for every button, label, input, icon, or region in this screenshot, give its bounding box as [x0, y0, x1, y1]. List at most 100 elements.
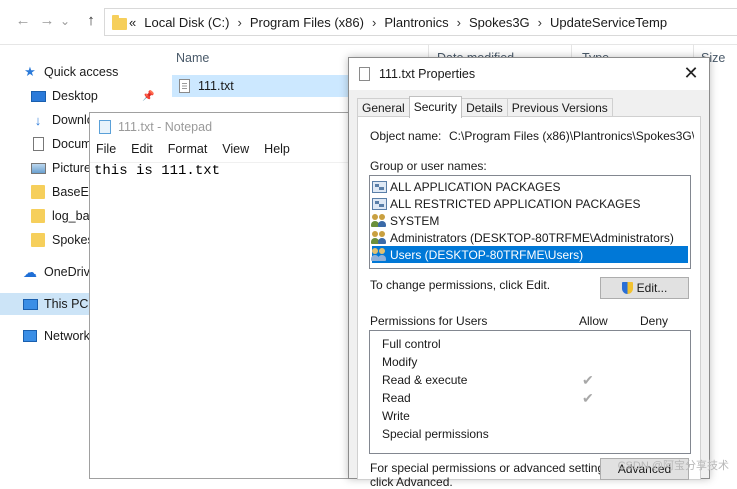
edit-button[interactable]: Edit...	[600, 277, 689, 299]
breadcrumb-item[interactable]: Local Disk (C:)	[144, 15, 229, 30]
download-icon: ↓	[34, 112, 42, 128]
navigation-bar: ← → ⌄ ↑ « Local Disk (C:) › Program Files…	[0, 0, 737, 45]
list-item-selected[interactable]: Users (DESKTOP-80TRFME\Users)	[371, 246, 688, 263]
breadcrumb-separator-icon[interactable]: ›	[457, 15, 461, 30]
notepad-text-area[interactable]: this is 111.txt	[94, 163, 220, 179]
breadcrumb-item[interactable]: UpdateServiceTemp	[550, 15, 667, 30]
permission-row: Modify	[382, 355, 418, 369]
notepad-title: 111.txt - Notepad	[118, 120, 213, 134]
group-icon	[371, 214, 387, 227]
dialog-title: 111.txt Properties	[379, 67, 476, 81]
sidebar-item-label: Desktop	[52, 89, 98, 103]
breadcrumb-separator-icon[interactable]: ›	[538, 15, 542, 30]
list-item[interactable]: SYSTEM	[371, 212, 688, 229]
group-icon	[371, 231, 387, 244]
pin-icon[interactable]: 📌	[142, 91, 154, 102]
back-arrow-icon[interactable]: ←	[12, 10, 34, 32]
groups-label: Group or user names:	[370, 159, 487, 173]
permission-row: Read	[382, 391, 411, 405]
allow-column-label: Allow	[579, 314, 608, 328]
permission-row: Full control	[382, 337, 441, 351]
object-name-value: C:\Program Files (x86)\Plantronics\Spoke…	[449, 129, 694, 143]
change-hint: To change permissions, click Edit.	[370, 278, 551, 292]
close-button[interactable]: ✕	[681, 63, 701, 83]
picture-icon	[30, 161, 46, 175]
star-icon: ★	[24, 64, 36, 79]
shield-icon	[621, 282, 633, 294]
package-icon	[372, 180, 387, 193]
pc-icon	[22, 297, 38, 311]
allow-check-icon: ✔	[582, 372, 594, 388]
tab-previous-versions[interactable]: Previous Versions	[506, 98, 613, 117]
breadcrumb-separator-icon[interactable]: ›	[237, 15, 241, 30]
document-icon	[30, 137, 46, 151]
address-bar[interactable]: « Local Disk (C:) › Program Files (x86) › …	[104, 8, 737, 36]
group-name: ALL RESTRICTED APPLICATION PACKAGES	[390, 196, 641, 211]
cloud-icon: ☁	[23, 263, 37, 280]
menu-edit[interactable]: Edit	[131, 142, 153, 162]
breadcrumb-item[interactable]: Spokes3G	[469, 15, 530, 30]
text-file-icon	[359, 67, 370, 81]
deny-column-label: Deny	[640, 314, 669, 328]
breadcrumb-separator-icon[interactable]: ›	[372, 15, 376, 30]
notepad-menubar: File Edit Format View Help	[90, 142, 378, 162]
tab-general[interactable]: General	[357, 98, 410, 117]
sidebar-item-label: Quick access	[44, 65, 119, 79]
sidebar-item-label: Spokes	[52, 233, 94, 247]
breadcrumb-overflow[interactable]: «	[129, 15, 136, 30]
permissions-label: Permissions for Users	[370, 314, 488, 328]
permission-row: Write	[382, 409, 410, 423]
forward-arrow-icon[interactable]: →	[36, 10, 58, 32]
special-permissions-hint: For special permissions or advanced sett…	[370, 461, 614, 475]
group-name: ALL APPLICATION PACKAGES	[390, 179, 561, 194]
permissions-list[interactable]: Full control Modify Read & execute ✔ Rea…	[369, 330, 691, 454]
breadcrumb-item[interactable]: Plantronics	[384, 15, 448, 30]
tab-security[interactable]: Security	[408, 96, 463, 118]
allow-check-icon: ✔	[582, 390, 594, 406]
watermark: CSDN @阿宝分享技术	[617, 460, 729, 472]
notepad-titlebar[interactable]: 111.txt - Notepad	[90, 113, 378, 141]
special-permissions-hint-2: click Advanced.	[370, 475, 453, 489]
group-name: SYSTEM	[390, 213, 440, 228]
column-header-name[interactable]: Name	[176, 44, 209, 72]
list-item[interactable]: Administrators (DESKTOP-80TRFME\Administ…	[371, 229, 688, 246]
group-user-list[interactable]: ALL APPLICATION PACKAGES ALL RESTRICTED …	[369, 175, 691, 269]
sidebar-item-quick-access[interactable]: ★ Quick access	[0, 61, 165, 83]
package-icon	[372, 197, 387, 210]
desktop-icon	[30, 89, 46, 103]
sidebar-item-desktop[interactable]: Desktop	[0, 85, 165, 107]
menu-format[interactable]: Format	[168, 142, 208, 162]
up-arrow-icon[interactable]: ↑	[80, 10, 102, 32]
text-file-icon	[179, 79, 190, 93]
dialog-titlebar[interactable]: 111.txt Properties ✕	[349, 58, 709, 90]
folder-icon	[112, 15, 127, 30]
group-icon	[371, 248, 387, 261]
file-name: 111.txt	[198, 79, 234, 93]
group-name: Administrators (DESKTOP-80TRFME\Administ…	[390, 230, 674, 245]
menu-view[interactable]: View	[222, 142, 249, 162]
tab-strip: General Security Details Previous Versio…	[357, 96, 613, 118]
tab-details[interactable]: Details	[461, 98, 508, 117]
file-row[interactable]: 111.txt	[172, 75, 350, 97]
sidebar-item-label: Network	[44, 329, 90, 343]
menu-help[interactable]: Help	[264, 142, 290, 162]
sidebar-item-label: This PC	[44, 297, 89, 311]
list-item[interactable]: ALL RESTRICTED APPLICATION PACKAGES	[372, 195, 688, 212]
notepad-window[interactable]: 111.txt - Notepad File Edit Format View …	[89, 112, 379, 479]
folder-icon	[30, 185, 46, 199]
security-tab-panel: Object name: C:\Program Files (x86)\Plan…	[357, 116, 701, 489]
network-icon	[22, 329, 38, 343]
object-name-label: Object name:	[370, 129, 442, 143]
menu-file[interactable]: File	[96, 142, 116, 162]
breadcrumb-item[interactable]: Program Files (x86)	[250, 15, 364, 30]
permission-row: Read & execute	[382, 373, 468, 387]
properties-dialog[interactable]: 111.txt Properties ✕ General Security De…	[348, 57, 710, 489]
folder-icon	[30, 209, 46, 223]
permission-row: Special permissions	[382, 427, 489, 441]
recent-dropdown-icon[interactable]: ⌄	[58, 10, 72, 32]
breadcrumb: « Local Disk (C:) › Program Files (x86) › …	[129, 14, 667, 30]
folder-icon	[30, 233, 46, 247]
group-name: Users (DESKTOP-80TRFME\Users)	[390, 247, 584, 262]
list-item[interactable]: ALL APPLICATION PACKAGES	[372, 178, 688, 195]
notepad-icon	[99, 120, 111, 134]
